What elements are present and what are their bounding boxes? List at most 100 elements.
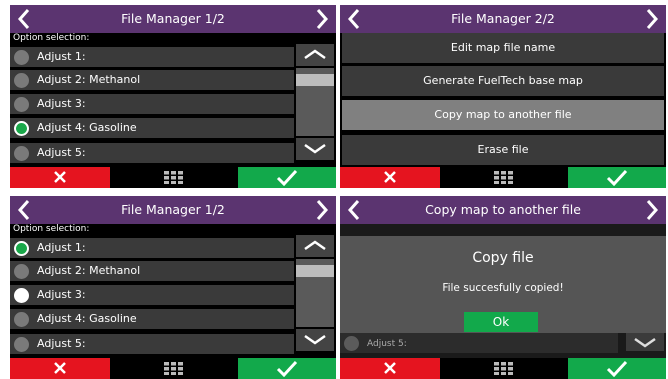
list-item-adjust-3[interactable]: Adjust 3: bbox=[10, 285, 294, 305]
scrollbar[interactable] bbox=[296, 235, 334, 351]
scroll-down-button[interactable] bbox=[296, 138, 334, 160]
radio-button-selected[interactable] bbox=[14, 240, 29, 256]
generate-base-map-button[interactable]: Generate FuelTech base map bbox=[342, 66, 664, 96]
grid-icon bbox=[494, 362, 513, 375]
bottom-bar bbox=[10, 358, 336, 379]
menu-button[interactable] bbox=[494, 171, 513, 185]
radio-button[interactable] bbox=[14, 96, 29, 112]
list-item-adjust-5: Adjust 5: bbox=[340, 333, 618, 353]
list-item-adjust-2[interactable]: Adjust 2: Methanol bbox=[10, 261, 294, 281]
list-item-adjust-4[interactable]: Adjust 4: Gasoline bbox=[10, 309, 294, 329]
menu-button[interactable] bbox=[164, 362, 183, 376]
bottom-bar bbox=[340, 358, 666, 379]
close-icon bbox=[384, 362, 396, 374]
close-icon bbox=[54, 171, 66, 183]
menu-button[interactable] bbox=[164, 171, 183, 185]
chevron-right-icon bbox=[646, 200, 659, 220]
file-manager-panel-1: File Manager 1/2 Option selection: Adjus… bbox=[10, 5, 336, 188]
cancel-button[interactable] bbox=[10, 358, 110, 379]
next-page-button[interactable] bbox=[638, 196, 664, 224]
chevron-right-icon bbox=[646, 9, 659, 29]
cancel-button[interactable] bbox=[10, 167, 110, 188]
dialog-message: File succesfully copied! bbox=[442, 282, 564, 294]
copy-file-dialog: Copy file File succesfully copied! Ok bbox=[340, 236, 666, 333]
cancel-button[interactable] bbox=[340, 358, 440, 379]
page-title: Copy map to another file bbox=[425, 202, 581, 217]
file-manager-panel-2: File Manager 2/2 Edit map file name Gene… bbox=[340, 5, 666, 188]
title-bar: File Manager 1/2 bbox=[10, 196, 336, 224]
file-manager-panel-3: File Manager 1/2 Option selection: Adjus… bbox=[10, 196, 336, 379]
bottom-bar bbox=[10, 167, 336, 188]
edit-map-file-name-button[interactable]: Edit map file name bbox=[342, 33, 664, 63]
radio-button-target[interactable] bbox=[14, 287, 29, 303]
copy-map-button[interactable]: Copy map to another file bbox=[342, 100, 664, 130]
list-item-adjust-5[interactable]: Adjust 5: bbox=[10, 143, 294, 163]
list-item-adjust-1[interactable]: Adjust 1: bbox=[10, 47, 294, 67]
radio-button[interactable] bbox=[14, 49, 29, 65]
scroll-thumb[interactable] bbox=[296, 74, 334, 86]
next-page-button[interactable] bbox=[308, 196, 334, 224]
chevron-down-icon bbox=[304, 334, 326, 345]
checkmark-icon bbox=[606, 360, 628, 377]
option-selection-label: Option selection: bbox=[13, 224, 90, 234]
list-item-adjust-1[interactable]: Adjust 1: bbox=[10, 238, 294, 258]
chevron-right-icon bbox=[316, 9, 329, 29]
radio-button[interactable] bbox=[14, 145, 29, 161]
list-item-adjust-4[interactable]: Adjust 4: Gasoline bbox=[10, 118, 294, 138]
scrollbar[interactable] bbox=[296, 44, 334, 160]
close-icon bbox=[384, 171, 396, 183]
chevron-down-icon bbox=[634, 337, 656, 348]
list-item-label: Adjust 1: bbox=[37, 50, 86, 63]
list-item-label: Adjust 2: Methanol bbox=[37, 264, 141, 277]
scroll-up-button[interactable] bbox=[296, 44, 334, 66]
radio-button bbox=[344, 336, 359, 351]
list-item-label: Adjust 3: bbox=[37, 288, 86, 301]
confirm-button[interactable] bbox=[238, 358, 336, 379]
checkmark-icon bbox=[276, 169, 298, 186]
checkmark-icon bbox=[276, 360, 298, 377]
chevron-up-icon bbox=[304, 240, 326, 251]
list-item-adjust-5[interactable]: Adjust 5: bbox=[10, 334, 294, 354]
menu-button[interactable] bbox=[494, 362, 513, 376]
chevron-down-icon bbox=[304, 143, 326, 154]
checkmark-icon bbox=[606, 169, 628, 186]
list-item-adjust-2[interactable]: Adjust 2: Methanol bbox=[10, 70, 294, 90]
page-title: File Manager 1/2 bbox=[121, 202, 225, 217]
list-item-label: Adjust 4: Gasoline bbox=[37, 121, 137, 134]
list-item-label: Adjust 4: Gasoline bbox=[37, 312, 137, 325]
cancel-button[interactable] bbox=[340, 167, 440, 188]
dialog-ok-button[interactable]: Ok bbox=[464, 312, 538, 332]
confirm-button[interactable] bbox=[568, 358, 666, 379]
page-title: File Manager 2/2 bbox=[451, 11, 555, 26]
title-bar: File Manager 1/2 bbox=[10, 5, 336, 33]
grid-icon bbox=[164, 362, 183, 375]
chevron-right-icon bbox=[316, 200, 329, 220]
list-item-label: Adjust 3: bbox=[37, 97, 86, 110]
grid-icon bbox=[494, 171, 513, 184]
scroll-down-button[interactable] bbox=[296, 329, 334, 351]
erase-file-button[interactable]: Erase file bbox=[342, 135, 664, 165]
page-title: File Manager 1/2 bbox=[121, 11, 225, 26]
title-bar: Copy map to another file bbox=[340, 196, 666, 224]
confirm-button[interactable] bbox=[238, 167, 336, 188]
option-selection-label: Option selection: bbox=[13, 33, 90, 43]
list-item-label: Adjust 5: bbox=[37, 146, 86, 159]
next-page-button[interactable] bbox=[638, 5, 664, 33]
list-item-label: Adjust 2: Methanol bbox=[37, 73, 141, 86]
radio-button[interactable] bbox=[14, 311, 29, 327]
list-item-adjust-3[interactable]: Adjust 3: bbox=[10, 94, 294, 114]
scroll-up-button[interactable] bbox=[296, 235, 334, 257]
dialog-title: Copy file bbox=[472, 250, 534, 266]
title-bar: File Manager 2/2 bbox=[340, 5, 666, 33]
radio-button[interactable] bbox=[14, 263, 29, 279]
confirm-button[interactable] bbox=[568, 167, 666, 188]
grid-icon bbox=[164, 171, 183, 184]
chevron-up-icon bbox=[304, 49, 326, 60]
list-item-label: Adjust 5: bbox=[37, 337, 86, 350]
next-page-button[interactable] bbox=[308, 5, 334, 33]
bottom-bar bbox=[340, 167, 666, 188]
radio-button[interactable] bbox=[14, 72, 29, 88]
scroll-thumb[interactable] bbox=[296, 265, 334, 277]
radio-button-selected[interactable] bbox=[14, 120, 29, 136]
radio-button[interactable] bbox=[14, 336, 29, 352]
